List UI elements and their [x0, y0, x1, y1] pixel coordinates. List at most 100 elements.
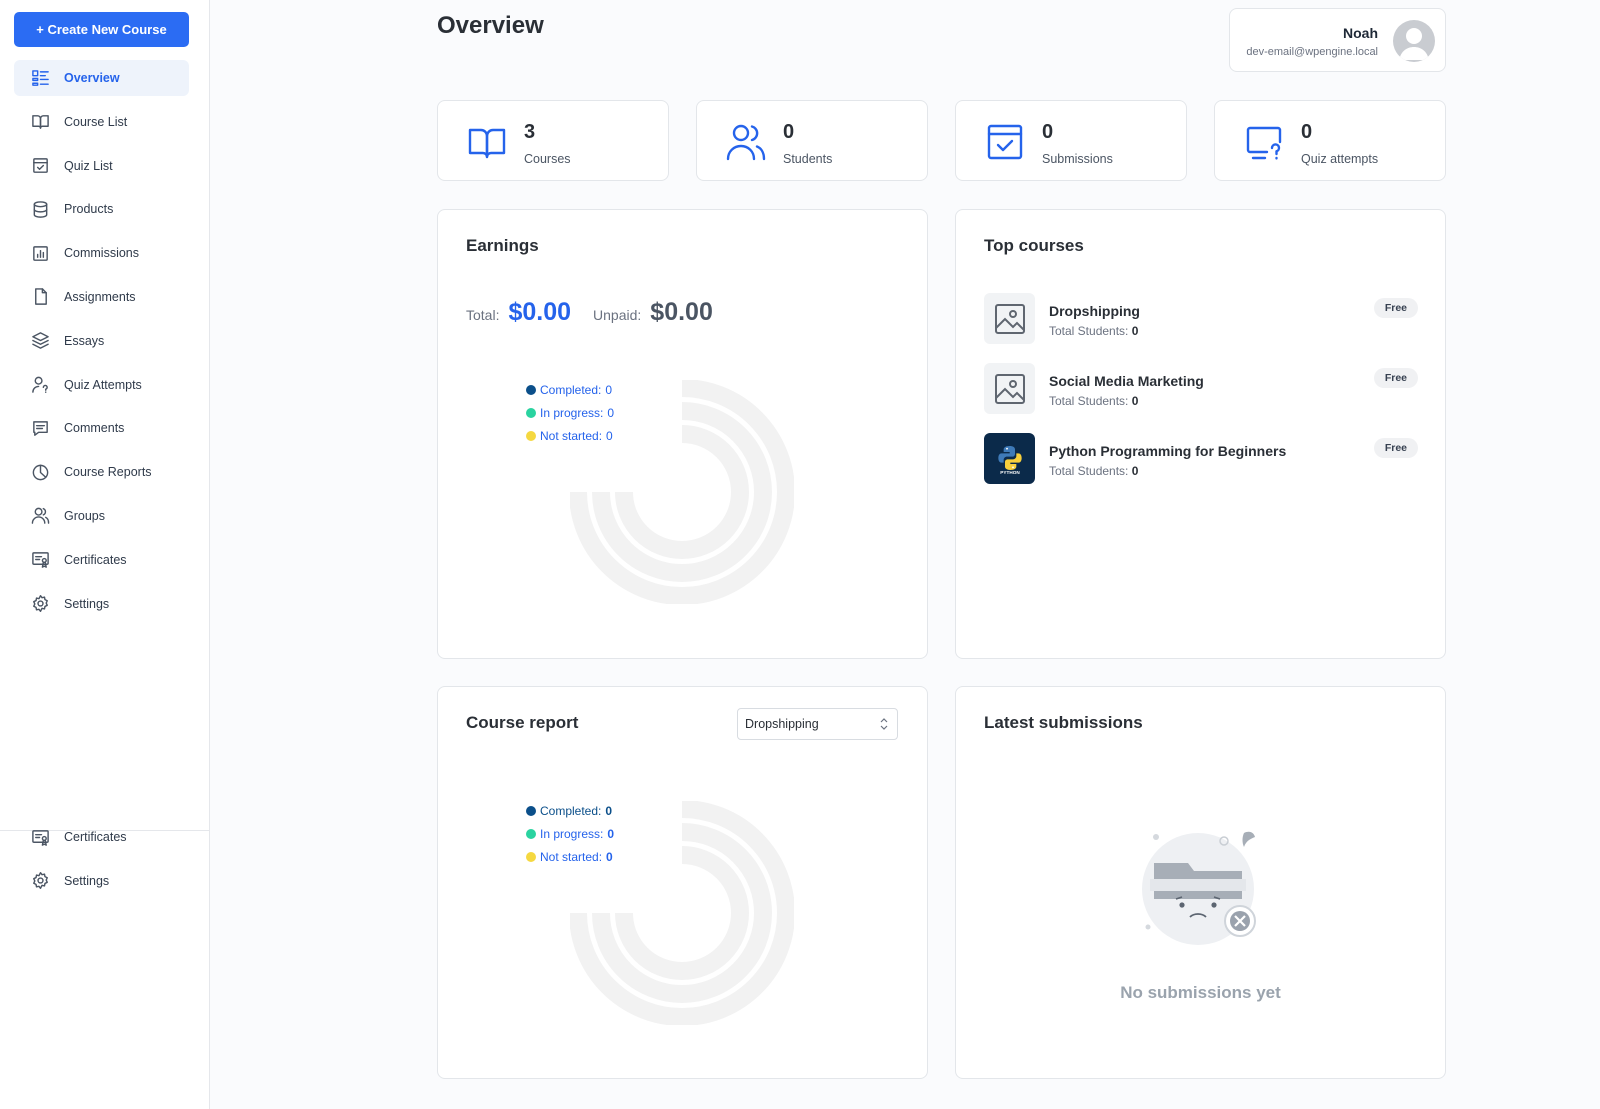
create-new-course-button[interactable]: + Create New Course	[14, 12, 189, 47]
course-name[interactable]: Python Programming for Beginners	[1049, 443, 1286, 459]
sidebar-item-comments[interactable]: Comments	[14, 410, 189, 446]
sidebar-item-course-reports[interactable]: Course Reports	[14, 454, 189, 490]
legend-label: Completed:	[540, 803, 602, 818]
stat-value: 0	[783, 121, 795, 143]
legend-value: 0	[606, 428, 613, 443]
sidebar-item-certificates[interactable]: Certificates	[14, 542, 189, 578]
sidebar-item-label: Essays	[64, 333, 105, 348]
pie-chart-icon	[30, 462, 50, 482]
sidebar-item-course-list[interactable]: Course List	[14, 104, 189, 140]
stat-value: 3	[524, 121, 536, 143]
price-badge: Free	[1373, 438, 1418, 458]
gear-icon	[30, 871, 50, 891]
legend-label: In progress:	[540, 405, 604, 420]
calendar-check-icon	[30, 156, 50, 176]
sidebar-item-commissions[interactable]: Commissions	[14, 235, 189, 271]
sidebar-item-label: Groups	[64, 508, 105, 523]
sidebar-item-label: Quiz Attempts	[64, 377, 142, 392]
sidebar-item-quiz-list[interactable]: Quiz List	[14, 148, 189, 184]
stat-card-quiz-attempts: 0 Quiz attempts	[1214, 100, 1446, 181]
sidebar-item-label: Commissions	[64, 246, 140, 261]
users-icon	[30, 506, 50, 526]
sidebar-nav-bottom: Certificates Settings	[14, 819, 189, 907]
legend-in-progress: In progress: 0	[526, 822, 614, 845]
legend-dot	[526, 851, 536, 862]
stat-label: Quiz attempts	[1301, 152, 1379, 166]
stat-label: Courses	[524, 152, 571, 166]
certificate-icon	[30, 550, 50, 570]
latest-submissions-title: Latest submissions	[984, 713, 1143, 732]
legend-label: Completed:	[540, 382, 602, 397]
stat-card-courses: 3 Courses	[437, 100, 669, 181]
legend-dot	[526, 828, 536, 839]
legend-value: 0	[606, 849, 613, 864]
sidebar-item-settings[interactable]: Settings	[14, 586, 189, 622]
empty-state-text: No submissions yet	[1120, 983, 1281, 1002]
legend-value: 0	[607, 405, 615, 420]
course-name[interactable]: Dropshipping	[1049, 303, 1140, 319]
python-logo-graphic: PYTHON	[997, 445, 1022, 475]
sidebar-item-label: Settings	[64, 873, 110, 888]
course-name[interactable]: Social Media Marketing	[1049, 373, 1204, 389]
sidebar-item-label: Assignments	[64, 289, 136, 304]
sidebar-item-products[interactable]: Products	[14, 191, 189, 227]
course-report-title: Course report	[466, 713, 579, 732]
sidebar-item-label: Course Reports	[64, 465, 152, 480]
course-select-dropdown[interactable]: Dropshipping	[737, 708, 898, 740]
legend-dot	[526, 805, 536, 816]
unpaid-label: Unpaid:	[593, 307, 642, 323]
stat-card-submissions: 0 Submissions	[955, 100, 1187, 181]
legend-dot	[526, 384, 536, 395]
legend-dot	[526, 430, 536, 441]
course-item-social-media-marketing[interactable]: Social Media Marketing Total Students: 0…	[984, 363, 1418, 415]
user-profile-card[interactable]: Noah dev-email@wpengine.local	[1229, 8, 1446, 72]
legend-label: Not started:	[540, 428, 603, 443]
course-select-value: Dropshipping	[745, 717, 819, 731]
top-courses-title: Top courses	[984, 236, 1084, 255]
legend-value: 0	[607, 826, 615, 841]
sidebar-item-essays[interactable]: Essays	[14, 323, 189, 359]
course-item-python-programming[interactable]: PYTHON Python Programming for Beginners …	[984, 433, 1418, 485]
book-open-icon	[466, 121, 508, 163]
sidebar-item-quiz-attempts[interactable]: Quiz Attempts	[14, 367, 189, 403]
legend-label: Not started:	[540, 849, 603, 864]
sidebar-item-groups[interactable]: Groups	[14, 498, 189, 534]
sidebar-item-label: Comments	[64, 421, 125, 436]
sidebar-item-settings-bottom[interactable]: Settings	[14, 863, 189, 899]
price-badge: Free	[1373, 368, 1418, 388]
total-label: Total:	[466, 307, 500, 323]
course-item-dropshipping[interactable]: Dropshipping Total Students: 0 Free	[984, 293, 1418, 345]
stat-card-students: 0 Students	[696, 100, 928, 181]
earnings-legend: Completed: 0 In progress: 0 Not started: 0	[526, 378, 614, 447]
stat-label: Submissions	[1042, 152, 1113, 166]
latest-submissions-panel: Latest submissions No submissions yet	[955, 686, 1446, 1079]
calendar-check-icon	[984, 121, 1026, 163]
legend-not-started: Not started: 0	[526, 845, 614, 868]
book-open-icon	[30, 112, 50, 132]
sidebar-item-assignments[interactable]: Assignments	[14, 279, 189, 315]
sidebar-item-label: Settings	[64, 596, 110, 611]
users-icon	[725, 121, 767, 163]
sidebar-item-overview[interactable]: Overview	[14, 60, 189, 96]
earnings-title: Earnings	[466, 236, 539, 255]
document-icon	[30, 287, 50, 307]
price-badge: Free	[1373, 298, 1418, 318]
page-title: Overview	[437, 12, 544, 39]
sidebar-item-label: Certificates	[64, 552, 127, 567]
sidebar: + Create New Course Overview Course List…	[0, 0, 210, 1109]
total-value: $0.00	[508, 298, 572, 326]
avatar[interactable]	[1393, 20, 1435, 62]
image-placeholder-icon	[984, 293, 1035, 344]
user-silhouette-icon	[1399, 28, 1429, 60]
stat-value: 0	[1301, 121, 1313, 143]
stat-label: Students	[783, 152, 833, 166]
overview-icon	[30, 68, 50, 88]
course-students: Total Students: 0	[1049, 324, 1139, 338]
sidebar-item-label: Overview	[64, 71, 120, 85]
unpaid-value: $0.00	[650, 298, 713, 326]
bar-chart-icon	[30, 243, 50, 263]
sidebar-item-certificates-bottom[interactable]: Certificates	[14, 819, 189, 855]
monitor-question-icon	[1243, 121, 1285, 163]
course-report-panel: Course report Dropshipping Completed: 0 I…	[437, 686, 928, 1079]
top-courses-panel: Top courses Dropshipping Total Students:…	[955, 209, 1446, 659]
